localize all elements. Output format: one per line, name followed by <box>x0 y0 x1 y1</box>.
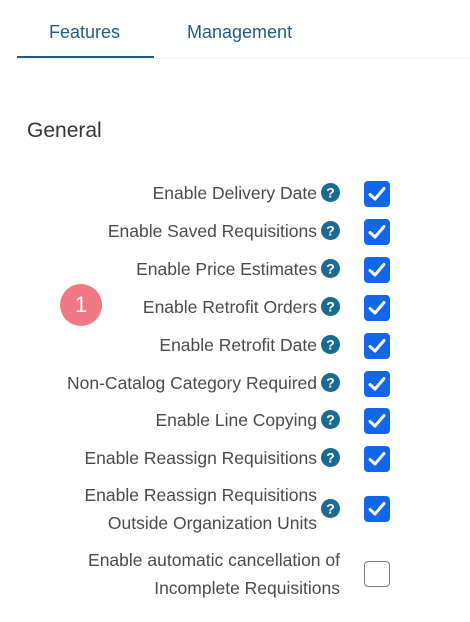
setting-label: Enable Retrofit Orders <box>142 297 317 317</box>
callout-badge: 1 <box>60 284 102 326</box>
checkbox-retrofit-orders[interactable] <box>364 295 390 321</box>
setting-label-line2: Incomplete Requisitions <box>154 578 340 598</box>
help-icon[interactable]: ? <box>321 259 340 278</box>
section-title: General <box>27 119 102 142</box>
svg-text:?: ? <box>326 223 335 239</box>
checkbox-reassign-requisitions[interactable] <box>364 446 390 472</box>
setting-label: Enable Delivery Date <box>152 183 317 203</box>
svg-text:?: ? <box>326 412 335 428</box>
help-icon[interactable]: ? <box>321 499 340 518</box>
help-icon[interactable]: ? <box>321 183 340 202</box>
svg-text:?: ? <box>326 299 335 315</box>
help-icon[interactable]: ? <box>321 221 340 240</box>
checkbox-delivery-date[interactable] <box>364 181 390 207</box>
setting-label: Enable Reassign Requisitions <box>84 448 318 468</box>
svg-text:?: ? <box>326 450 335 466</box>
checkbox-reassign-outside-org[interactable] <box>364 496 390 522</box>
setting-label: Enable Retrofit Date <box>159 335 317 355</box>
checkbox-price-estimates[interactable] <box>364 257 390 283</box>
tab-management[interactable]: Management <box>187 22 292 43</box>
svg-text:?: ? <box>326 261 335 277</box>
svg-text:?: ? <box>326 375 335 391</box>
setting-label: Non-Catalog Category Required <box>67 373 317 393</box>
tab-features[interactable]: Features <box>49 22 120 43</box>
help-icon[interactable]: ? <box>321 335 340 354</box>
checkbox-saved-requisitions[interactable] <box>364 219 390 245</box>
svg-text:?: ? <box>326 185 335 201</box>
checkbox-line-copying[interactable] <box>364 408 390 434</box>
tab-bar: Features Management <box>17 0 470 59</box>
help-icon[interactable]: ? <box>321 373 340 392</box>
setting-label-line1: Enable Reassign Requisitions <box>84 485 318 505</box>
checkbox-non-catalog-category[interactable] <box>364 371 390 397</box>
svg-text:?: ? <box>326 501 335 517</box>
help-icon[interactable]: ? <box>321 448 340 467</box>
svg-text:?: ? <box>326 337 335 353</box>
active-tab-indicator <box>17 56 154 58</box>
help-icon[interactable]: ? <box>321 410 340 429</box>
setting-label: Enable Saved Requisitions <box>107 221 317 241</box>
setting-label-line2: Outside Organization Units <box>107 513 317 533</box>
setting-label: Enable Price Estimates <box>136 259 317 279</box>
help-icon[interactable]: ? <box>321 297 340 316</box>
checkbox-retrofit-date[interactable] <box>364 333 390 359</box>
setting-label-line1: Enable automatic cancellation of <box>88 550 340 570</box>
setting-label: Enable Line Copying <box>155 410 317 430</box>
checkbox-auto-cancellation[interactable] <box>364 561 390 587</box>
